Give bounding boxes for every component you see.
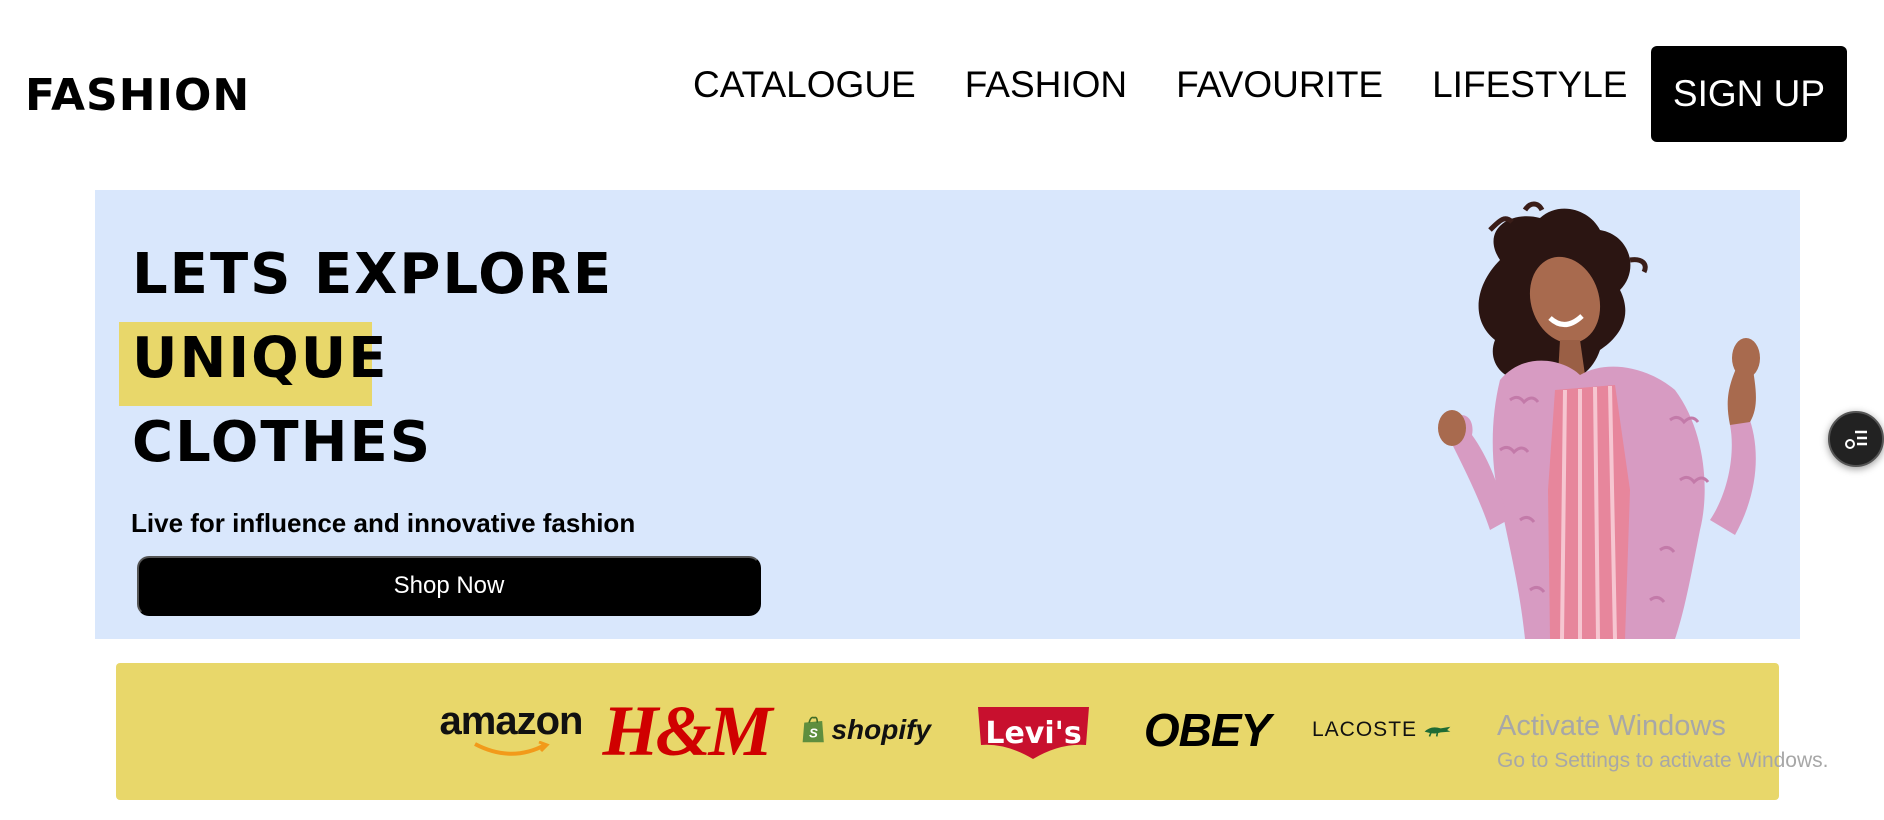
crocodile-icon: [1424, 726, 1451, 737]
nav-item-favourite[interactable]: FAVOURITE: [1176, 64, 1383, 106]
brand-logo-obey[interactable]: OBEY: [1144, 703, 1271, 757]
nav-item-lifestyle[interactable]: LIFESTYLE: [1432, 64, 1627, 106]
windows-activation-watermark: Activate Windows Go to Settings to activ…: [1497, 710, 1829, 773]
brand-logo-amazon[interactable]: amazon: [440, 699, 583, 759]
brand-logo-lacoste[interactable]: LACOSTE: [1312, 715, 1452, 745]
watermark-title: Activate Windows: [1497, 710, 1726, 742]
svg-text:S: S: [809, 725, 818, 740]
main-nav: CATALOGUE FASHION FAVOURITE LIFESTYLE: [693, 64, 1627, 106]
hero-heading-line-1: LETS EXPLORE: [132, 242, 614, 307]
brand-logo-hm[interactable]: H&M: [602, 691, 772, 771]
brand-logo-levis[interactable]: Levi's: [976, 705, 1091, 761]
amazon-smile-icon: [474, 741, 550, 756]
hero-model-image: [1438, 201, 1760, 639]
list-settings-icon[interactable]: [1828, 411, 1884, 467]
shop-now-button[interactable]: Shop Now: [137, 556, 761, 616]
watermark-subtitle: Go to Settings to activate Windows.: [1497, 749, 1829, 772]
nav-item-catalogue[interactable]: CATALOGUE: [693, 64, 916, 106]
hero-heading-line-2: UNIQUE: [132, 326, 389, 391]
nav-item-fashion[interactable]: FASHION: [965, 64, 1127, 106]
shopify-bag-icon: S: [802, 716, 824, 743]
hero-heading-line-3: CLOTHES: [132, 410, 433, 475]
hero-banner: LETS EXPLORE UNIQUE CLOTHES Live for inf…: [95, 190, 1800, 639]
hero-tagline: Live for influence and innovative fashio…: [131, 508, 636, 538]
brand-logo-shopify[interactable]: S shopify: [801, 708, 931, 752]
sign-up-button[interactable]: SIGN UP: [1651, 46, 1847, 142]
site-logo[interactable]: FASHION: [25, 70, 250, 121]
